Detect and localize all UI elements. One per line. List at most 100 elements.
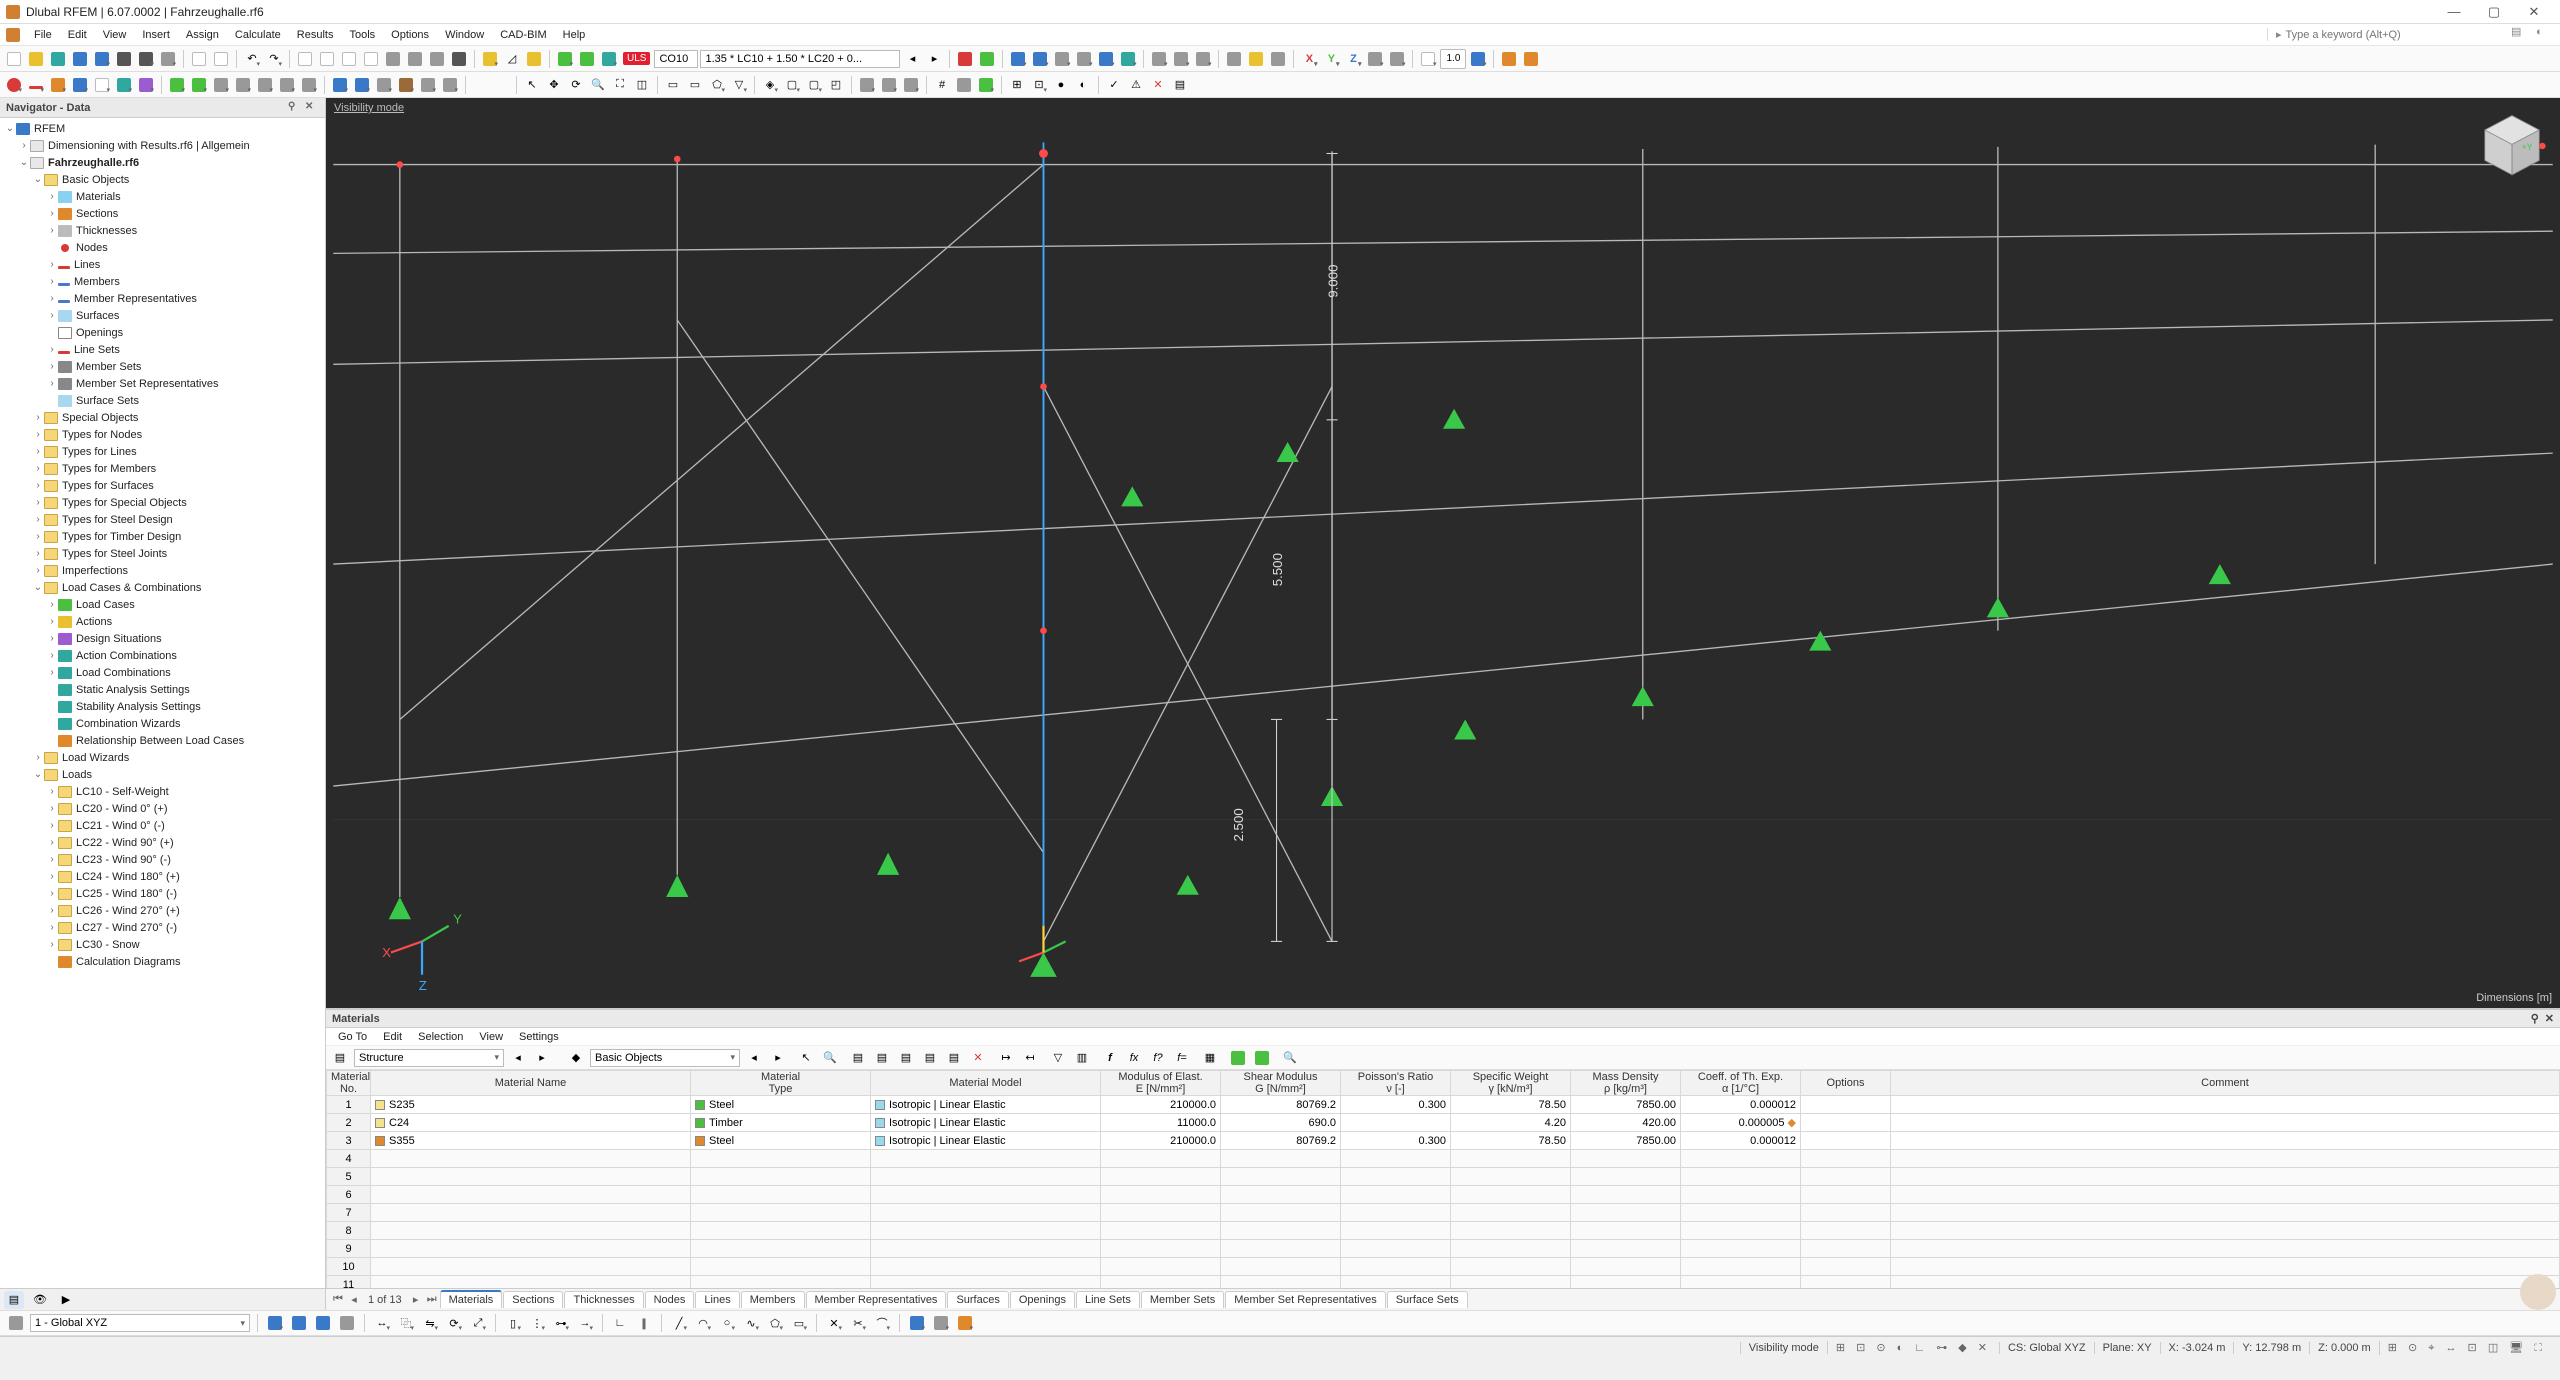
- view-front[interactable]: ▢: [782, 75, 802, 95]
- table-fx-eval[interactable]: f=: [1172, 1048, 1192, 1068]
- table-left-prev[interactable]: ◂: [508, 1048, 528, 1068]
- line-tool[interactable]: [26, 75, 46, 95]
- tree-item[interactable]: Nodes: [0, 239, 325, 256]
- col-header[interactable]: Material Name: [371, 1071, 691, 1096]
- nav-tab-video[interactable]: ▶: [56, 1291, 76, 1309]
- navigator-tree[interactable]: ⌄RFEM›Dimensioning with Results.rf6 | Al…: [0, 118, 325, 1288]
- ortho-toggle[interactable]: ∟: [610, 1313, 630, 1333]
- tree-item[interactable]: ›LC24 - Wind 180° (+): [0, 868, 325, 885]
- app-menu-icon[interactable]: [6, 28, 20, 42]
- vp-pan[interactable]: ✥: [544, 75, 564, 95]
- table-obj-icon[interactable]: ◆: [566, 1048, 586, 1068]
- tree-item[interactable]: Openings: [0, 324, 325, 341]
- print-button[interactable]: [158, 49, 178, 69]
- tree-item[interactable]: ›Action Combinations: [0, 647, 325, 664]
- tree-item[interactable]: ›Sections: [0, 205, 325, 222]
- view-persp[interactable]: ◰: [826, 75, 846, 95]
- tree-item[interactable]: ›Types for Surfaces: [0, 477, 325, 494]
- show-loads-button[interactable]: [1224, 49, 1244, 69]
- table-row[interactable]: 11: [327, 1276, 2560, 1289]
- table-tab[interactable]: Lines: [695, 1291, 739, 1308]
- table-left-next[interactable]: ▸: [532, 1048, 552, 1068]
- global-y-button[interactable]: Y: [1321, 49, 1341, 69]
- tree-item[interactable]: ›Types for Members: [0, 460, 325, 477]
- tree-item[interactable]: ›Types for Timber Design: [0, 528, 325, 545]
- tree-item[interactable]: ⌄RFEM: [0, 120, 325, 137]
- result-surface-button[interactable]: [1030, 49, 1050, 69]
- select-all[interactable]: ▭: [663, 75, 683, 95]
- filter-button[interactable]: [1149, 49, 1169, 69]
- copy-tool[interactable]: ⿻: [396, 1313, 416, 1333]
- table-fx-bold[interactable]: f: [1100, 1048, 1120, 1068]
- table-row[interactable]: 9: [327, 1240, 2560, 1258]
- loadcase-list-button[interactable]: [599, 49, 619, 69]
- draw-circle[interactable]: ○: [717, 1313, 737, 1333]
- tree-item[interactable]: ›LC22 - Wind 90° (+): [0, 834, 325, 851]
- table-tab[interactable]: Thicknesses: [564, 1291, 643, 1308]
- table-tab[interactable]: Surface Sets: [1387, 1291, 1468, 1308]
- draw-poly[interactable]: ⬠: [765, 1313, 785, 1333]
- col-header[interactable]: Mass Densityρ [kg/m³]: [1571, 1071, 1681, 1096]
- tree-item[interactable]: ›Dimensioning with Results.rf6 | Allgeme…: [0, 137, 325, 154]
- support-line-tool[interactable]: [189, 75, 209, 95]
- table-csv[interactable]: [1252, 1048, 1272, 1068]
- result-diagram-button[interactable]: [1008, 49, 1028, 69]
- show-mesh-button[interactable]: [1246, 49, 1266, 69]
- check-model[interactable]: ✓: [1104, 75, 1124, 95]
- node-tool[interactable]: [4, 75, 24, 95]
- undo-button[interactable]: ↶: [242, 49, 262, 69]
- tree-item[interactable]: ›Lines: [0, 256, 325, 273]
- cs-icon[interactable]: [6, 1313, 26, 1333]
- show-local-axes[interactable]: [954, 75, 974, 95]
- table-tab[interactable]: Sections: [503, 1291, 563, 1308]
- tree-item[interactable]: ›Special Objects: [0, 409, 325, 426]
- save-as-button[interactable]: [136, 49, 156, 69]
- table-left-select[interactable]: Structure: [354, 1049, 504, 1067]
- table-copy[interactable]: ▤: [896, 1048, 916, 1068]
- menu-results[interactable]: Results: [289, 24, 342, 46]
- table-filter[interactable]: ▽: [1048, 1048, 1068, 1068]
- table-tab[interactable]: Surfaces: [947, 1291, 1008, 1308]
- tree-item[interactable]: ›LC23 - Wind 90° (-): [0, 851, 325, 868]
- measure-angle-button[interactable]: ◿: [502, 49, 522, 69]
- view-2-button[interactable]: [317, 49, 337, 69]
- ecc-tool[interactable]: [255, 75, 275, 95]
- tree-item[interactable]: ⌄Basic Objects: [0, 171, 325, 188]
- tree-item[interactable]: ›Types for Steel Design: [0, 511, 325, 528]
- draw-rect[interactable]: ▭: [789, 1313, 809, 1333]
- keyword-search-input[interactable]: [2285, 29, 2506, 41]
- combo-expr-field[interactable]: [700, 50, 900, 68]
- stiffener-tool[interactable]: [352, 75, 372, 95]
- vp-select[interactable]: ↖: [522, 75, 542, 95]
- workplane-yz[interactable]: [313, 1313, 333, 1333]
- factor-input[interactable]: 1.0: [1440, 49, 1466, 69]
- fillet-tool[interactable]: ⌒: [872, 1313, 892, 1333]
- table-fx-assigned[interactable]: f?: [1148, 1048, 1168, 1068]
- tree-item[interactable]: ›Member Representatives: [0, 290, 325, 307]
- menu-edit[interactable]: Edit: [60, 24, 95, 46]
- combo-next-button[interactable]: ▸: [924, 49, 944, 69]
- table-fx-italic[interactable]: fx: [1124, 1048, 1144, 1068]
- table-tab[interactable]: Materials: [440, 1290, 503, 1308]
- keyword-search[interactable]: ▸: [2267, 28, 2507, 41]
- member-tool[interactable]: [48, 75, 68, 95]
- table-tab[interactable]: Member Representatives: [806, 1291, 947, 1308]
- snap-end[interactable]: ●: [1051, 75, 1071, 95]
- story-tool[interactable]: [440, 75, 460, 95]
- table-row[interactable]: 1 S235 Steel Isotropic | Linear Elastic …: [327, 1096, 2560, 1114]
- table-tab[interactable]: Line Sets: [1076, 1291, 1140, 1308]
- tree-item[interactable]: ›Types for Steel Joints: [0, 545, 325, 562]
- snap-grid[interactable]: ⊞: [1007, 75, 1027, 95]
- move-tool[interactable]: ↔: [372, 1313, 392, 1333]
- menu-window[interactable]: Window: [437, 24, 492, 46]
- col-header[interactable]: Comment: [1891, 1071, 2560, 1096]
- view-3-button[interactable]: [339, 49, 359, 69]
- intersect-tool[interactable]: ✕: [824, 1313, 844, 1333]
- tree-item[interactable]: Relationship Between Load Cases: [0, 732, 325, 749]
- 3d-viewport[interactable]: Visibility mode Dimensions [m]: [326, 98, 2560, 1008]
- connection-tool[interactable]: [374, 75, 394, 95]
- open-file-button[interactable]: [26, 49, 46, 69]
- tab-first[interactable]: ⏮: [330, 1293, 346, 1306]
- combo-prev-button[interactable]: ◂: [902, 49, 922, 69]
- extrude-tool[interactable]: ▯: [503, 1313, 523, 1333]
